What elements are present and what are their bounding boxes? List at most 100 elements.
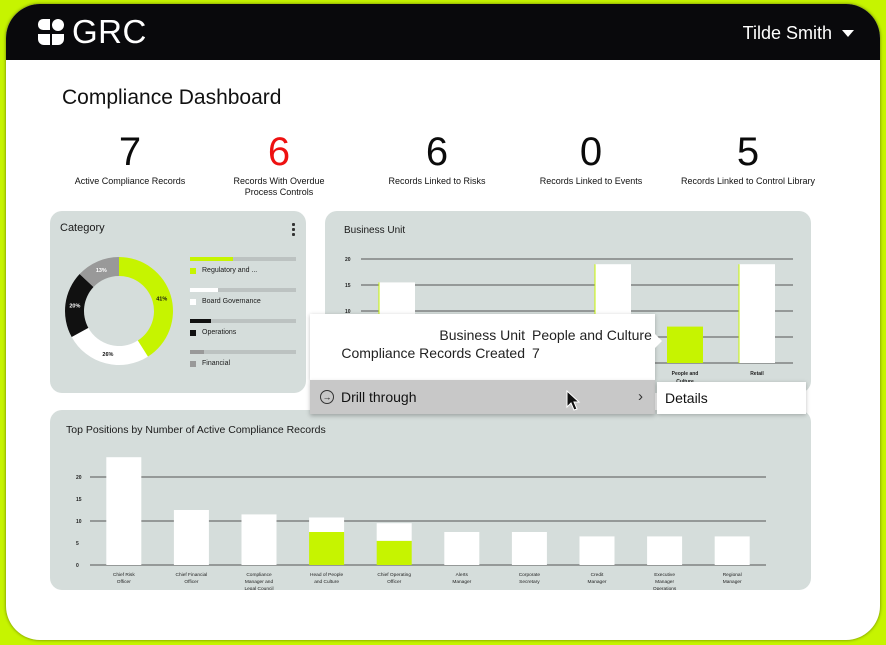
- caret-down-icon: [842, 30, 854, 37]
- kpi-label: Records Linked to Control Library: [680, 176, 816, 186]
- mouse-cursor-icon: [566, 390, 581, 411]
- x-tick-label: Chief Financial: [176, 572, 208, 578]
- kpi-label: Active Compliance Records: [74, 176, 186, 186]
- card-title: Business Unit: [344, 225, 406, 236]
- donut-slice-label: 13%: [96, 268, 107, 274]
- bar-segment: [173, 510, 209, 565]
- donut-slice: [119, 257, 173, 357]
- legend-progress-fill: [190, 288, 218, 292]
- kpi-linked-control-library[interactable]: 5 Records Linked to Control Library: [668, 132, 828, 187]
- x-tick-label: Chief Operating: [377, 572, 411, 578]
- kpi-linked-risks[interactable]: 6 Records Linked to Risks: [357, 132, 517, 187]
- bar-segment: [511, 532, 547, 565]
- legend-item[interactable]: Board Governance: [190, 288, 296, 319]
- x-tick-label: Operations: [653, 586, 677, 590]
- tooltip-key: Compliance Records Created: [341, 345, 525, 361]
- legend-item[interactable]: Financial: [190, 350, 296, 381]
- kebab-icon[interactable]: [292, 223, 296, 237]
- kpi-label: Records With Overdue Process Controls: [233, 176, 325, 197]
- x-tick-label: Manager: [723, 579, 742, 585]
- kpi-value: 6: [425, 130, 449, 174]
- y-tick-label: 5: [76, 541, 79, 547]
- y-tick-label: 15: [345, 283, 351, 289]
- brand[interactable]: GRC: [36, 14, 147, 50]
- tooltip-value: People and Culture: [532, 327, 652, 343]
- x-tick-label: Manager: [452, 579, 471, 585]
- x-tick-label: Executive: [654, 572, 675, 578]
- category-legend: Regulatory and ... Board Governance Oper…: [190, 257, 296, 381]
- x-tick-label: Secretary: [519, 579, 540, 585]
- page-title: Compliance Dashboard: [62, 86, 282, 109]
- kpi-label: Records Linked to Events: [539, 176, 643, 186]
- x-tick-label: People and: [672, 371, 699, 377]
- kpi-value: 5: [736, 130, 760, 174]
- x-tick-label: and Culture: [314, 579, 339, 585]
- kpi-value: 6: [267, 130, 291, 174]
- legend-label: Board Governance: [202, 298, 261, 305]
- legend-progress-fill: [190, 350, 204, 354]
- positions-bar-chart: 0 5 10 15 20 Chief RiskOfficer Chief Financial…: [76, 457, 766, 590]
- y-tick-label: 10: [76, 519, 82, 525]
- legend-swatch: [190, 298, 196, 305]
- x-tick-label: Alerts: [456, 572, 469, 578]
- drill-through-icon: →: [320, 390, 334, 404]
- bar: [667, 326, 703, 363]
- x-tick-label: Legal Council: [244, 586, 273, 590]
- legend-swatch: [190, 267, 196, 274]
- user-menu[interactable]: Tilde Smith: [743, 23, 854, 44]
- bar-segment: [647, 536, 683, 565]
- legend-progress-fill: [190, 257, 234, 261]
- x-tick-label: Officer: [117, 579, 131, 585]
- bar-segment: [241, 514, 277, 565]
- kpi-label: Records Linked to Risks: [388, 176, 486, 186]
- bar-segment: [376, 540, 412, 565]
- chart-tooltip: Business Unit People and Culture Complia…: [310, 314, 662, 380]
- y-tick-label: 20: [76, 475, 82, 481]
- kpi-overdue-controls[interactable]: 6 Records With Overdue Process Controls: [203, 132, 355, 198]
- bar-segment: [309, 532, 345, 565]
- bar-segment: [444, 532, 480, 565]
- legend-item[interactable]: Operations: [190, 319, 296, 350]
- positions-card: 0 5 10 15 20 Chief Risk Officer Chief Financial…: [50, 410, 811, 590]
- kpi-active-records[interactable]: 7 Active Compliance Records: [50, 132, 210, 187]
- legend-swatch: [190, 329, 196, 336]
- submenu-item-details[interactable]: Details: [657, 382, 806, 414]
- grc-logo-icon: [38, 19, 64, 45]
- donut-slice: [71, 327, 148, 365]
- bar-segment: [714, 536, 750, 565]
- user-name: Tilde Smith: [742, 23, 832, 43]
- kpi-value: 0: [579, 130, 603, 174]
- y-tick-label: 0: [76, 563, 79, 569]
- x-tick-label: Manager and: [245, 579, 274, 585]
- legend-item[interactable]: Regulatory and ...: [190, 257, 296, 288]
- legend-progress-track: [190, 319, 296, 323]
- legend-label: Regulatory and ...: [202, 267, 258, 274]
- legend-progress-fill: [190, 319, 212, 323]
- card-title: Category: [60, 222, 105, 234]
- bar-segment: [106, 457, 142, 565]
- legend-swatch: [190, 360, 196, 367]
- top-bar: GRC Tilde Smith: [6, 4, 880, 60]
- legend-progress-track: [190, 350, 296, 354]
- x-tick-label: Chief Risk: [113, 572, 135, 578]
- bar: [739, 264, 775, 363]
- x-tick-label: Manager: [588, 579, 607, 585]
- legend-label: Operations: [202, 329, 237, 336]
- app-name: GRC: [72, 13, 147, 50]
- kpi-row: 7 Active Compliance Records 6 Records Wi…: [50, 132, 820, 212]
- category-donut-chart: 41% 26% 20% 13%: [65, 257, 173, 365]
- kpi-linked-events[interactable]: 0 Records Linked to Events: [511, 132, 671, 187]
- kpi-value: 7: [118, 130, 142, 174]
- x-tick-label: Head of People: [310, 572, 343, 578]
- category-card: Category 41% 26% 20% 13% Regulatory and ...…: [50, 211, 306, 393]
- chevron-right-icon: ›: [638, 388, 643, 405]
- donut-slice-label: 26%: [102, 352, 113, 358]
- legend-progress-track: [190, 257, 296, 261]
- y-tick-label: 15: [76, 497, 82, 503]
- menu-item-label: Drill through: [341, 389, 417, 405]
- card-title: Top Positions by Number of Active Compli…: [66, 424, 326, 436]
- x-tick-label: Compliance: [246, 572, 272, 578]
- donut-slice-label: 41%: [156, 297, 167, 303]
- donut-slice-label: 20%: [69, 303, 80, 309]
- context-menu-drill-through[interactable]: → Drill through ›: [310, 380, 655, 414]
